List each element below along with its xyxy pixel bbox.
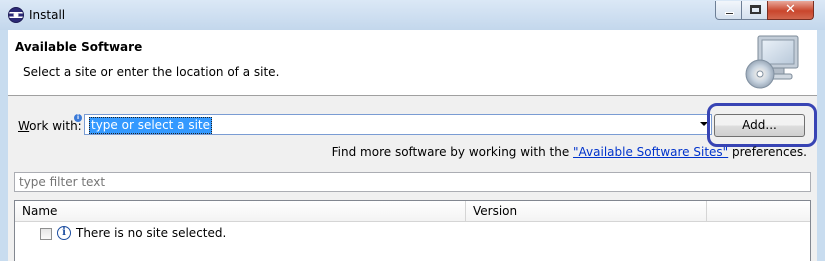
minimize-button[interactable] xyxy=(715,1,742,20)
page-description: Select a site or enter the location of a… xyxy=(23,65,280,79)
row-checkbox[interactable] xyxy=(40,228,52,240)
info-decoration-icon: i xyxy=(74,114,82,122)
work-with-label: Work with: xyxy=(18,119,82,133)
window-title: Install xyxy=(29,8,66,22)
close-icon: ✕ xyxy=(785,2,796,17)
info-icon: i xyxy=(57,226,71,240)
work-with-combo[interactable]: type or select a site xyxy=(84,114,712,135)
close-button[interactable]: ✕ xyxy=(767,1,814,20)
table-row[interactable]: i There is no site selected. xyxy=(15,223,810,243)
minimize-icon xyxy=(725,12,734,15)
page-title: Available Software xyxy=(15,40,143,54)
eclipse-app-icon xyxy=(8,7,24,23)
column-header-version[interactable]: Version xyxy=(466,201,707,222)
maximize-button[interactable] xyxy=(741,1,768,20)
work-with-combo-value[interactable]: type or select a site xyxy=(89,117,213,134)
available-software-sites-link[interactable]: "Available Software Sites" xyxy=(573,145,728,159)
software-table: Name Version i There is no site selected… xyxy=(14,200,811,261)
dialog-client-area: Available Software Select a site or ente… xyxy=(8,30,817,261)
row-text: There is no site selected. xyxy=(76,226,227,240)
filter-input[interactable] xyxy=(14,172,811,192)
find-more-software-text: Find more software by working with the "… xyxy=(331,145,807,159)
wizard-header: Available Software Select a site or ente… xyxy=(8,30,817,96)
install-wizard-computer-icon xyxy=(745,35,799,89)
maximize-icon xyxy=(750,5,761,14)
column-header-filler xyxy=(707,201,811,222)
title-bar: Install ✕ xyxy=(0,0,825,30)
column-header-name[interactable]: Name xyxy=(15,201,466,222)
table-header: Name Version xyxy=(15,201,810,222)
add-site-button[interactable]: Add... xyxy=(714,114,805,137)
